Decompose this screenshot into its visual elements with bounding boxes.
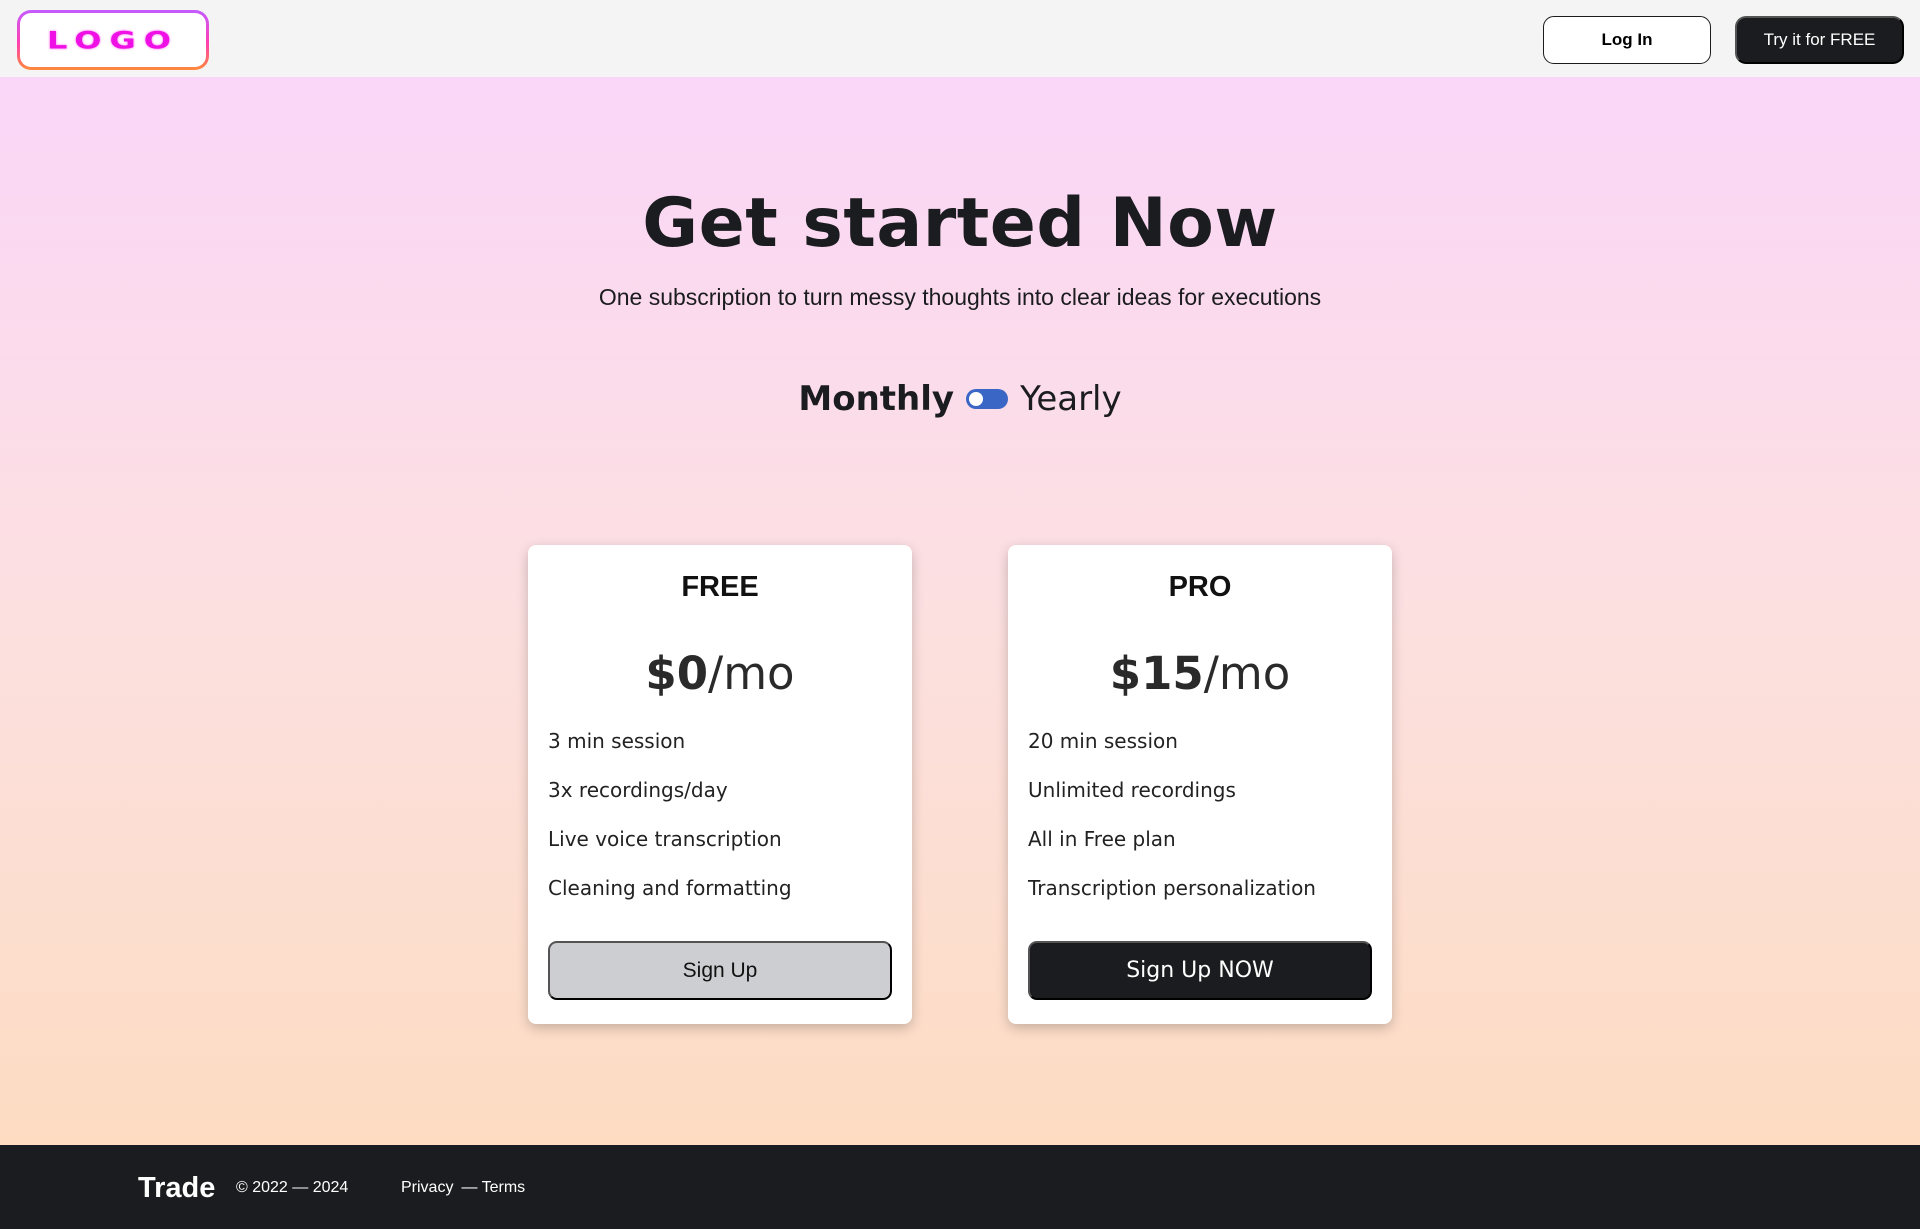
logo-text: LOGO	[47, 25, 179, 55]
price-period: /mo	[708, 647, 795, 700]
feature-item: 20 min session	[1028, 729, 1178, 753]
pricing-section: Get started Now One subscription to turn…	[0, 77, 1920, 1145]
pro-signup-button[interactable]: Sign Up NOW	[1028, 941, 1372, 1000]
billing-switch[interactable]	[966, 389, 1009, 409]
logo-frame: LOGO	[20, 13, 206, 67]
price-period: /mo	[1203, 647, 1291, 700]
price-amount: $15	[1109, 647, 1204, 700]
switch-knob	[969, 392, 984, 406]
site-header: LOGO Log In Try it for FREE	[0, 0, 1920, 77]
logo[interactable]: LOGO	[17, 10, 209, 70]
login-button[interactable]: Log In	[1543, 16, 1711, 64]
free-signup-button[interactable]: Sign Up	[548, 941, 892, 1000]
feature-list: 20 min session Unlimited recordings All …	[1028, 729, 1316, 925]
billing-toggle: Monthly Yearly	[0, 379, 1920, 419]
page-subtitle: One subscription to turn messy thoughts …	[598, 284, 1322, 310]
plan-price: $15/mo	[1008, 647, 1392, 700]
price-amount: $0	[645, 647, 709, 700]
try-free-button[interactable]: Try it for FREE	[1735, 16, 1904, 64]
plan-name: PRO	[1168, 571, 1232, 603]
feature-item: Cleaning and formatting	[548, 876, 792, 900]
feature-item: 3x recordings/day	[548, 778, 728, 802]
feature-item: 3 min session	[548, 729, 686, 753]
feature-list: 3 min session 3x recordings/day Live voi…	[548, 729, 792, 925]
plan-card-pro: PRO $15/mo 20 min session Unlimited reco…	[1008, 545, 1392, 1024]
footer-links: Privacy — Terms	[401, 1179, 525, 1197]
plan-card-free: FREE $0/mo 3 min session 3x recordings/d…	[528, 545, 912, 1024]
plan-price: $0/mo	[528, 647, 912, 700]
footer-brand: Trade	[138, 1172, 216, 1204]
billing-yearly-label[interactable]: Yearly	[1020, 379, 1122, 419]
billing-monthly-label[interactable]: Monthly	[798, 379, 954, 419]
feature-item: Live voice transcription	[548, 827, 782, 851]
privacy-link[interactable]: Privacy	[401, 1179, 453, 1197]
feature-item: Transcription personalization	[1028, 876, 1316, 900]
footer-copyright: © 2022 — 2024	[236, 1179, 349, 1196]
plan-name: FREE	[681, 571, 759, 603]
site-footer: Trade © 2022 — 2024 Privacy — Terms	[0, 1145, 1920, 1229]
page-title: Get started Now	[642, 184, 1278, 263]
feature-item: Unlimited recordings	[1028, 778, 1236, 802]
terms-link[interactable]: — Terms	[461, 1179, 525, 1197]
feature-item: All in Free plan	[1028, 827, 1176, 851]
